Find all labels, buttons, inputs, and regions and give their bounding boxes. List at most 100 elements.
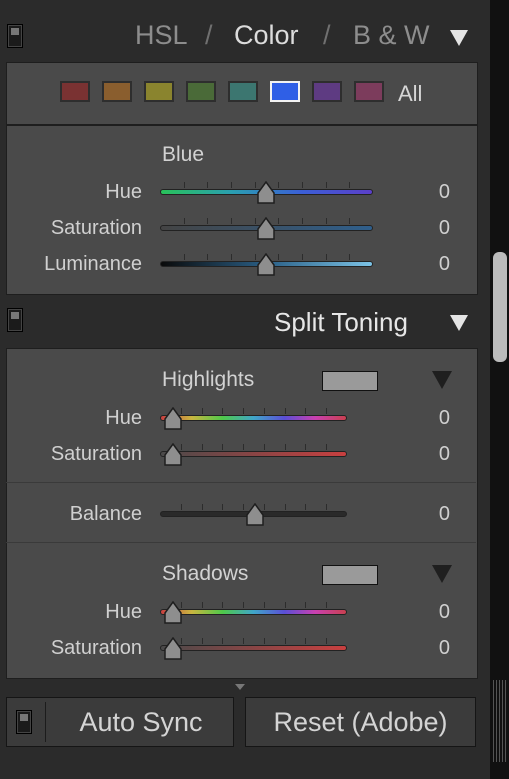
split-toning-toggle[interactable] bbox=[7, 308, 23, 332]
slider-tick bbox=[302, 254, 303, 260]
reset-label: Reset (Adobe) bbox=[273, 707, 448, 737]
slider-tick bbox=[285, 444, 286, 450]
slider-tick bbox=[231, 254, 232, 260]
hue-slider-thumb[interactable] bbox=[256, 181, 276, 205]
highlights-hue-slider-track[interactable] bbox=[160, 415, 347, 421]
swatch-orange[interactable] bbox=[102, 81, 132, 102]
slider-tick bbox=[222, 638, 223, 644]
slider-tick bbox=[202, 408, 203, 414]
slider-tick bbox=[264, 408, 265, 414]
highlights-saturation-value[interactable]: 0 bbox=[420, 443, 450, 466]
shadows-disclosure-triangle-icon[interactable] bbox=[432, 565, 452, 583]
shadows-saturation-slider-track[interactable] bbox=[160, 645, 347, 651]
shadows-saturation-slider-thumb[interactable] bbox=[163, 637, 183, 661]
shadows-hue-slider-track[interactable] bbox=[160, 609, 347, 615]
saturation-value[interactable]: 0 bbox=[420, 217, 450, 240]
slider-tick bbox=[202, 602, 203, 608]
tab-separator: / bbox=[323, 20, 331, 50]
luminance-slider-thumb[interactable] bbox=[256, 253, 276, 277]
scrollbar-thumb[interactable] bbox=[493, 252, 507, 362]
highlights-saturation-slider-ticks bbox=[160, 444, 347, 450]
slider-tick bbox=[305, 638, 306, 644]
split-toning-header[interactable]: Split Toning bbox=[0, 296, 490, 346]
highlights-hue-slider-thumb[interactable] bbox=[163, 407, 183, 431]
swatch-magenta[interactable] bbox=[354, 81, 384, 102]
slider-tick bbox=[305, 408, 306, 414]
balance-value[interactable]: 0 bbox=[420, 503, 450, 526]
slider-tick bbox=[184, 254, 185, 260]
swatch-purple[interactable] bbox=[312, 81, 342, 102]
swatch-yellow[interactable] bbox=[144, 81, 174, 102]
shadows-title: Shadows bbox=[162, 562, 249, 585]
shadows-saturation-label: Saturation bbox=[50, 637, 142, 659]
highlights-hue-label: Hue bbox=[105, 407, 142, 429]
balance-slider-thumb[interactable] bbox=[245, 503, 265, 527]
highlights-saturation-slider-thumb[interactable] bbox=[163, 443, 183, 467]
reset-button[interactable]: Reset (Adobe) bbox=[245, 697, 476, 747]
slider-tick bbox=[222, 444, 223, 450]
hsl-panel-toggle[interactable] bbox=[7, 24, 23, 48]
slider-tick bbox=[326, 444, 327, 450]
highlights-color-chip[interactable] bbox=[322, 371, 378, 391]
slider-tick bbox=[222, 504, 223, 510]
slider-tick bbox=[302, 218, 303, 224]
scrollbar-track[interactable] bbox=[490, 0, 509, 779]
hue-value[interactable]: 0 bbox=[420, 181, 450, 204]
slider-tick bbox=[285, 408, 286, 414]
shadows-hue-label: Hue bbox=[105, 601, 142, 623]
shadows-saturation-value[interactable]: 0 bbox=[420, 637, 450, 660]
hsl-panel-header[interactable]: HSL / Color / B & W bbox=[0, 0, 490, 58]
swatch-blue[interactable] bbox=[270, 81, 300, 102]
slider-tick bbox=[184, 218, 185, 224]
slider-tick bbox=[285, 602, 286, 608]
slider-tick bbox=[184, 182, 185, 188]
collapse-triangle-icon[interactable] bbox=[450, 30, 468, 46]
slider-tick bbox=[305, 504, 306, 510]
slider-tick bbox=[349, 182, 350, 188]
panel-grip-icon[interactable] bbox=[491, 680, 508, 762]
hue-label: Hue bbox=[105, 181, 142, 203]
slider-tick bbox=[202, 638, 203, 644]
shadows-color-chip[interactable] bbox=[322, 565, 378, 585]
shadows-hue-value[interactable]: 0 bbox=[420, 601, 450, 624]
swatch-green[interactable] bbox=[186, 81, 216, 102]
slider-tick bbox=[222, 408, 223, 414]
saturation-slider-thumb[interactable] bbox=[256, 217, 276, 241]
slider-tick bbox=[278, 218, 279, 224]
slider-tick bbox=[264, 638, 265, 644]
slider-tick bbox=[326, 602, 327, 608]
split-toning-title: Split Toning bbox=[274, 307, 408, 337]
slider-tick bbox=[326, 504, 327, 510]
auto-sync-toggle[interactable] bbox=[16, 710, 32, 734]
slider-tick bbox=[231, 218, 232, 224]
shadows-saturation-slider-ticks bbox=[160, 638, 347, 644]
collapse-triangle-icon[interactable] bbox=[450, 315, 468, 331]
slider-tick bbox=[326, 182, 327, 188]
tab-hsl[interactable]: HSL bbox=[135, 20, 188, 51]
highlights-disclosure-triangle-icon[interactable] bbox=[432, 371, 452, 389]
auto-sync-button[interactable]: Auto Sync bbox=[6, 697, 234, 747]
swatch-aqua[interactable] bbox=[228, 81, 258, 102]
tab-bw[interactable]: B & W bbox=[353, 20, 430, 51]
auto-sync-divider bbox=[45, 702, 46, 742]
swatch-all[interactable]: All bbox=[398, 81, 422, 107]
slider-tick bbox=[349, 254, 350, 260]
tab-color[interactable]: Color bbox=[234, 20, 299, 51]
slider-tick bbox=[326, 638, 327, 644]
develop-panel: HSL / Color / B & W All Blue Hue 0 Satur… bbox=[0, 0, 490, 779]
slider-tick bbox=[243, 444, 244, 450]
shadows-hue-slider-thumb[interactable] bbox=[163, 601, 183, 625]
slider-tick bbox=[305, 602, 306, 608]
highlights-saturation-slider-track[interactable] bbox=[160, 451, 347, 457]
slider-tick bbox=[231, 182, 232, 188]
section-divider bbox=[6, 542, 476, 543]
panel-resize-arrow-icon[interactable] bbox=[235, 684, 245, 690]
swatch-red[interactable] bbox=[60, 81, 90, 102]
slider-tick bbox=[202, 504, 203, 510]
luminance-value[interactable]: 0 bbox=[420, 253, 450, 276]
slider-tick bbox=[207, 182, 208, 188]
slider-tick bbox=[326, 254, 327, 260]
slider-tick bbox=[326, 408, 327, 414]
highlights-hue-value[interactable]: 0 bbox=[420, 407, 450, 430]
auto-sync-label: Auto Sync bbox=[79, 707, 203, 737]
